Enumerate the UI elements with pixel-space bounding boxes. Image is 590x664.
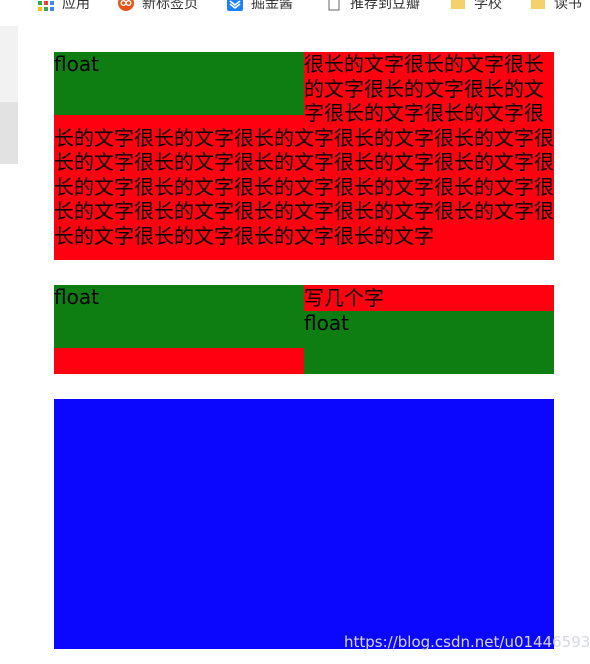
bookmark-label: 应用	[62, 0, 90, 12]
new-tab-icon	[118, 0, 134, 11]
juejin-icon	[227, 0, 243, 11]
bookmark-label: 读书	[554, 0, 582, 12]
bookmark-douban[interactable]: 推荐到豆瓣	[326, 0, 420, 14]
bookmarks-bar: 应用 新标签页 掘金酱 推荐到豆瓣 学校 读书	[0, 0, 590, 14]
side-panel-bottom	[0, 102, 18, 164]
float-box: float	[54, 52, 304, 115]
side-panel-top	[0, 26, 18, 102]
blue-block	[54, 399, 554, 649]
demo-two-floats: float 写几个字 float	[54, 285, 554, 374]
bookmark-label: 推荐到豆瓣	[350, 0, 420, 12]
float-box-left: float	[54, 285, 304, 348]
bookmark-juejin[interactable]: 掘金酱	[227, 0, 293, 14]
bookmark-school[interactable]: 学校	[450, 0, 502, 14]
short-text: 写几个字	[304, 286, 384, 310]
watermark: https://blog.csdn.net/u014465934	[344, 633, 590, 651]
float-box-right: float	[304, 311, 554, 374]
bookmark-apps[interactable]: 应用	[38, 0, 90, 14]
bookmark-label: 学校	[474, 0, 502, 12]
folder-icon	[530, 0, 546, 11]
folder-icon	[450, 0, 466, 11]
bookmark-label: 新标签页	[142, 0, 198, 12]
bookmark-new-tab[interactable]: 新标签页	[118, 0, 198, 14]
bookmark-label: 掘金酱	[251, 0, 293, 12]
demo-float-with-long-text: float 很长的文字很长的文字很长的文字很长的文字很长的文字很长的文字很长的文…	[54, 52, 554, 260]
apps-grid-icon	[38, 0, 54, 11]
page-icon	[326, 0, 342, 11]
bookmark-reading[interactable]: 读书	[530, 0, 582, 14]
